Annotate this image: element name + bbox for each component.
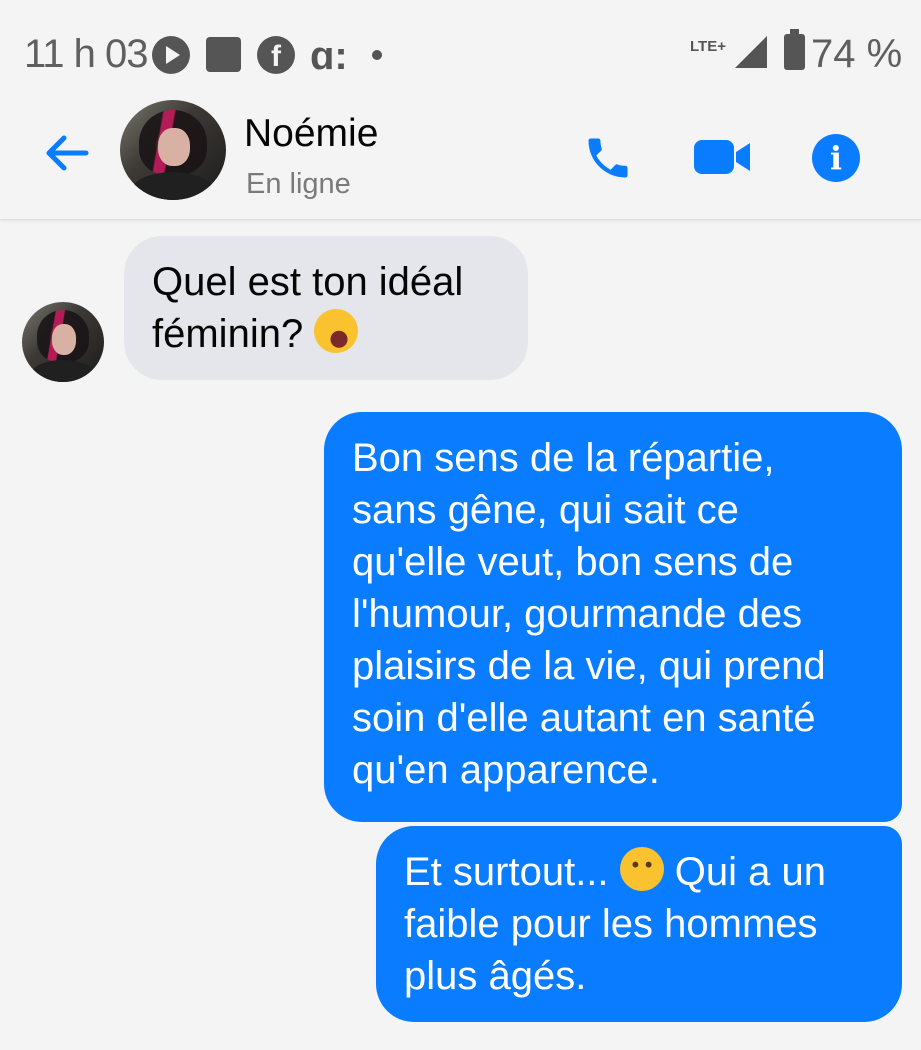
video-call-button[interactable] (692, 136, 752, 178)
back-button[interactable] (40, 128, 94, 178)
video-camera-icon (694, 140, 750, 174)
dot-icon (372, 50, 382, 60)
status-bar: 11 h 03 f ɑ: LTE+ 74 % (0, 0, 921, 100)
contact-avatar[interactable] (120, 100, 226, 200)
outgoing-message-text: Et surtout... (404, 850, 620, 894)
battery-icon (784, 29, 805, 70)
chat-header: Noémie En ligne i (0, 100, 921, 220)
acast-icon: ɑ: (310, 34, 348, 78)
status-time: 11 h 03 (24, 32, 148, 76)
audio-call-button[interactable] (582, 132, 634, 184)
message-sender-avatar[interactable] (22, 302, 104, 382)
phone-icon (588, 138, 628, 178)
signal-icon (735, 36, 767, 68)
back-arrow-icon (46, 135, 89, 171)
incoming-message-bubble[interactable]: Quel est ton idéal féminin? (124, 236, 528, 380)
outgoing-message-bubble[interactable]: Et surtout... Qui a un faible pour les h… (376, 826, 902, 1022)
play-icon (152, 36, 190, 74)
rolling-on-floor-laughing-emoji (308, 302, 365, 360)
messenger-chat-screen: 11 h 03 f ɑ: LTE+ 74 % Noémie En ligne i… (0, 0, 921, 1050)
facebook-icon: f (257, 36, 295, 74)
smirking-face-emoji (619, 847, 664, 891)
contact-status: En ligne (246, 168, 351, 200)
battery-percentage: 74 % (811, 32, 903, 76)
outgoing-message-bubble[interactable]: Bon sens de la répartie, sans gêne, qui … (324, 412, 902, 822)
info-icon[interactable]: i (812, 134, 860, 182)
incoming-message-text: Quel est ton idéal féminin? (152, 260, 464, 356)
network-type-label: LTE+ (690, 38, 726, 55)
square-icon (206, 37, 241, 72)
contact-name[interactable]: Noémie (244, 112, 378, 156)
